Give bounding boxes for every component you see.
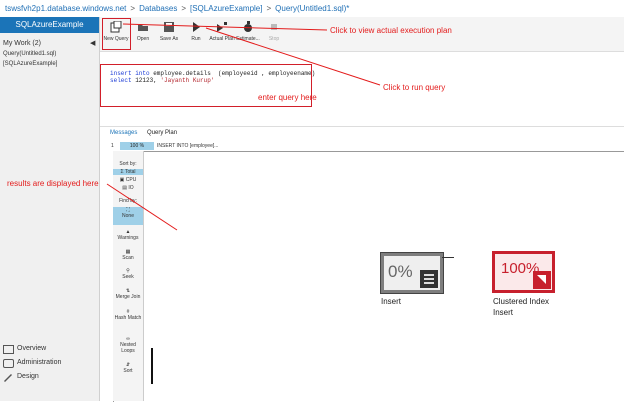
annotation-actual-plan: Click to view actual execution plan — [330, 26, 452, 35]
annotation-enter-query: enter query here — [258, 93, 317, 102]
annotation-run: Click to run query — [383, 83, 446, 92]
annotation-results: results are displayed here — [7, 179, 99, 188]
annotation-arrows — [106, 23, 381, 231]
